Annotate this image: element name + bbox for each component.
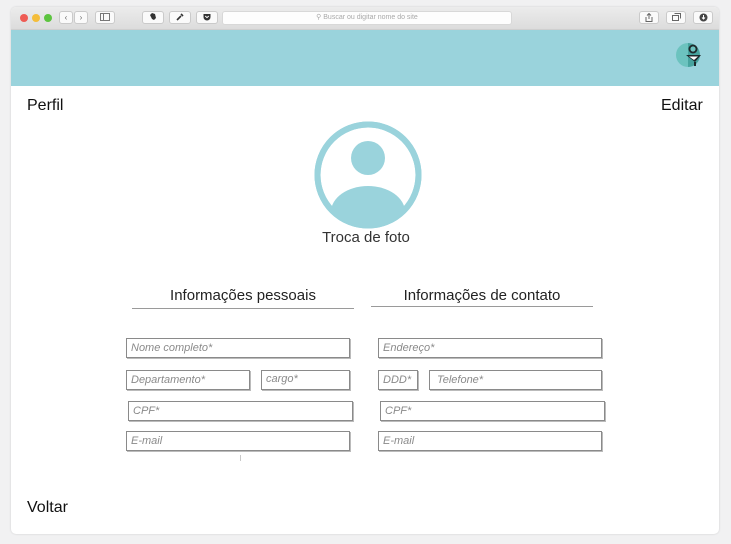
personal-email-input[interactable]: E-mail [126, 431, 350, 451]
zoom-window-button[interactable] [44, 14, 52, 22]
wrench-extension-button[interactable] [169, 11, 191, 24]
app-header [11, 30, 719, 86]
share-button[interactable] [639, 11, 659, 24]
user-pin-icon[interactable] [674, 40, 704, 70]
change-photo-link[interactable]: Troca de foto [301, 229, 431, 246]
contact-cpf-input[interactable]: CPF* [380, 401, 605, 421]
personal-cpf-input[interactable]: CPF* [128, 401, 353, 421]
browser-window: ‹ › ⚲ Buscar ou digitar nome do site Per… [11, 7, 719, 534]
page-title: Perfil [27, 97, 64, 114]
browser-toolbar: ‹ › ⚲ Buscar ou digitar nome do site [11, 7, 719, 30]
tabs-icon [671, 13, 681, 21]
role-input[interactable]: cargo* [261, 370, 350, 390]
pocket-icon [203, 14, 211, 21]
pocket-extension-button[interactable] [196, 11, 218, 24]
sidebar-toggle-button[interactable] [95, 11, 115, 24]
close-window-button[interactable] [20, 14, 28, 22]
sidebar-icon [100, 13, 110, 21]
department-input[interactable]: Departamento* [126, 370, 250, 390]
share-icon [645, 12, 653, 22]
contact-email-input[interactable]: E-mail [378, 431, 602, 451]
address-placeholder: Buscar ou digitar nome do site [323, 14, 418, 21]
forward-nav-button[interactable]: › [74, 11, 88, 24]
personal-info-divider [132, 308, 354, 309]
download-icon [699, 13, 707, 22]
wrench-icon [176, 13, 184, 21]
chevron-right-icon: › [79, 13, 83, 22]
profile-photo-avatar[interactable] [313, 120, 423, 230]
evernote-icon [150, 13, 156, 20]
contact-info-divider [371, 306, 593, 307]
back-button[interactable]: Voltar [27, 499, 68, 517]
evernote-extension-button[interactable] [142, 11, 164, 24]
search-icon: ⚲ [316, 14, 322, 21]
edit-button[interactable]: Editar [661, 97, 703, 115]
back-nav-button[interactable]: ‹ [59, 11, 73, 24]
downloads-button[interactable] [693, 11, 713, 24]
chevron-left-icon: ‹ [64, 13, 68, 22]
personal-info-title: Informações pessoais [170, 287, 316, 304]
contact-info-title: Informações de contato [403, 287, 561, 304]
minimize-window-button[interactable] [32, 14, 40, 22]
divider-tick [240, 455, 241, 461]
full-name-input[interactable]: Nome completo* [126, 338, 350, 358]
tabs-overview-button[interactable] [666, 11, 686, 24]
ddd-input[interactable]: DDD* [378, 370, 418, 390]
address-input[interactable]: Endereço* [378, 338, 602, 358]
address-bar[interactable]: ⚲ Buscar ou digitar nome do site [222, 11, 512, 25]
phone-input[interactable]: Telefone* [429, 370, 602, 390]
